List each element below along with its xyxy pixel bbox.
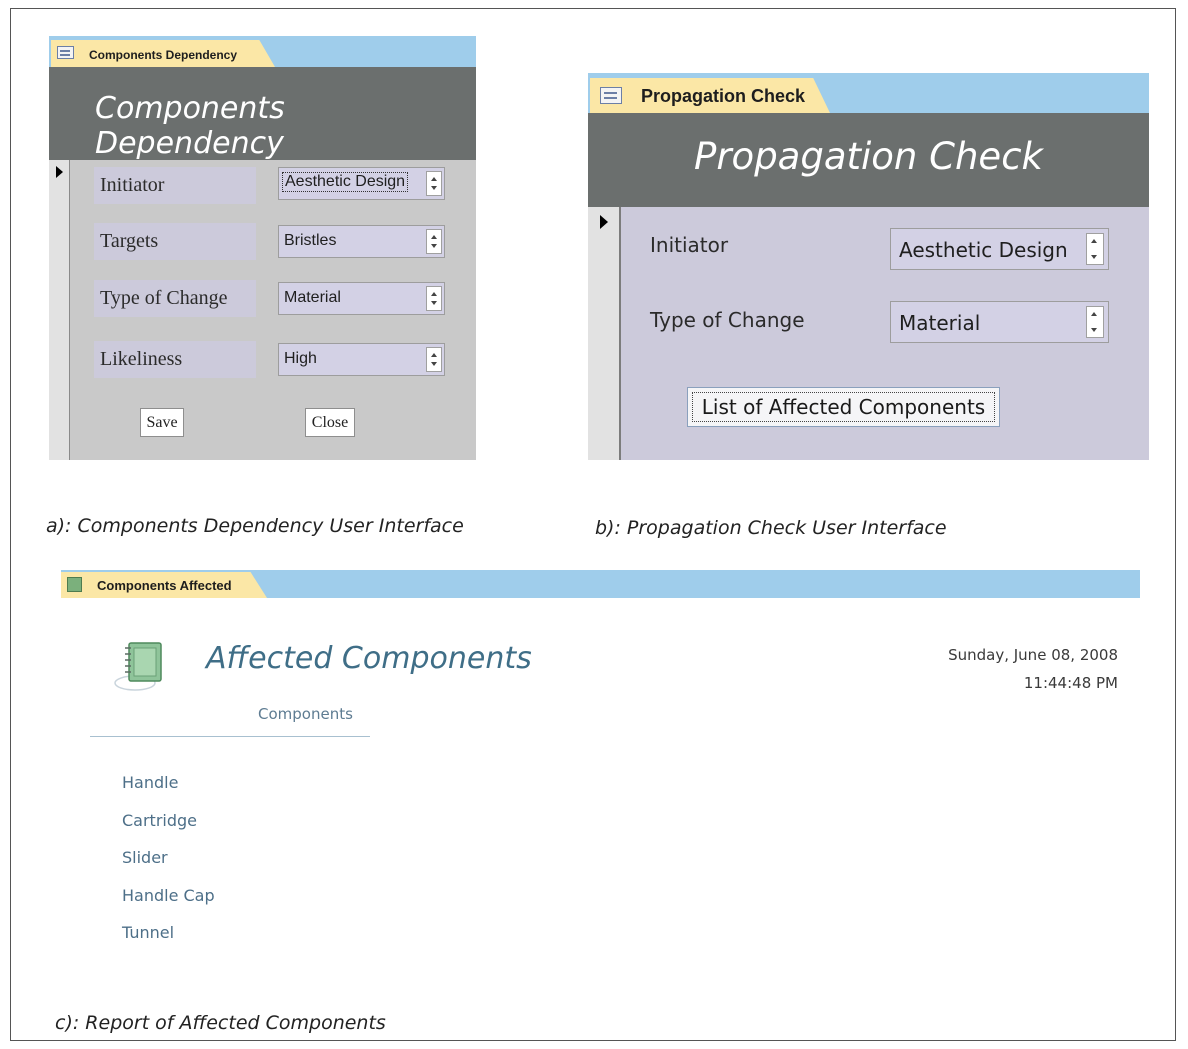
record-selector[interactable] (49, 160, 70, 460)
spinner-icon[interactable] (426, 229, 442, 254)
initiator-select[interactable]: Aesthetic Design (278, 167, 445, 200)
report-datetime: Sunday, June 08, 2008 11:44:48 PM (948, 641, 1118, 697)
current-record-arrow-icon (56, 166, 63, 178)
spinner-icon[interactable] (1086, 306, 1104, 338)
likeliness-select[interactable]: High (278, 343, 445, 376)
column-header: Components (258, 705, 353, 723)
tab-label: Propagation Check (641, 86, 806, 106)
type-of-change-select[interactable]: Material (278, 282, 445, 315)
tab-bar: Propagation Check (588, 73, 1149, 113)
list-button-label: List of Affected Components (692, 392, 995, 422)
report-title: Affected Components (206, 641, 532, 676)
tab-bar: Components Dependency (49, 36, 476, 67)
form-icon (600, 87, 622, 104)
record-selector[interactable] (588, 207, 621, 460)
caption-b: b): Propagation Check User Interface (595, 517, 947, 539)
list-item: Handle Cap (122, 885, 215, 905)
form-header: Propagation Check (588, 113, 1149, 207)
tab-components-affected[interactable]: Components Affected (61, 572, 267, 598)
likeliness-label: Likeliness (94, 341, 256, 378)
tab-components-dependency[interactable]: Components Dependency (51, 40, 275, 67)
likeliness-value: High (284, 350, 317, 367)
form-header: Components Dependency (49, 67, 476, 161)
spinner-icon[interactable] (1086, 233, 1104, 265)
spinner-icon[interactable] (426, 171, 442, 196)
affected-components-list: Handle Cartridge Slider Handle Cap Tunne… (122, 769, 215, 957)
notebook-icon (114, 642, 162, 691)
initiator-value: Aesthetic Design (282, 172, 409, 192)
components-dependency-form: Components Dependency Components Depende… (49, 36, 476, 460)
caption-c: c): Report of Affected Components (55, 1012, 386, 1034)
caption-a: a): Components Dependency User Interface (46, 515, 464, 537)
form-title: Components Dependency (95, 91, 285, 161)
report-date: Sunday, June 08, 2008 (948, 646, 1118, 664)
current-record-arrow-icon (600, 215, 608, 229)
form-icon (57, 46, 74, 59)
report-time: 11:44:48 PM (1023, 674, 1118, 692)
header-divider (90, 736, 370, 737)
type-of-change-value: Material (899, 311, 981, 335)
list-affected-components-button[interactable]: List of Affected Components (687, 387, 1000, 427)
initiator-select[interactable]: Aesthetic Design (890, 228, 1109, 270)
initiator-value: Aesthetic Design (899, 238, 1068, 262)
save-button[interactable]: Save (140, 408, 184, 437)
list-item: Cartridge (122, 810, 198, 830)
targets-label: Targets (94, 223, 256, 260)
form-title: Propagation Check (694, 135, 1043, 178)
report-tab-bar: Components Affected (61, 570, 1140, 598)
type-of-change-label: Type of Change (650, 308, 805, 332)
spinner-icon[interactable] (426, 347, 442, 372)
initiator-label: Initiator (650, 233, 729, 257)
targets-value: Bristles (284, 232, 337, 249)
list-item: Tunnel (122, 923, 175, 942)
type-of-change-select[interactable]: Material (890, 301, 1109, 343)
type-of-change-label: Type of Change (94, 280, 256, 317)
close-button[interactable]: Close (305, 408, 355, 437)
report-icon (67, 577, 82, 592)
tab-label: Components Dependency (89, 48, 238, 62)
tab-propagation-check[interactable]: Propagation Check (590, 78, 830, 113)
type-of-change-value: Material (284, 289, 341, 306)
initiator-label: Initiator (94, 167, 256, 204)
propagation-check-form: Propagation Check Propagation Check Init… (588, 73, 1149, 460)
list-item: Handle (122, 773, 179, 792)
spinner-icon[interactable] (426, 286, 442, 311)
targets-select[interactable]: Bristles (278, 225, 445, 258)
list-item: Slider (122, 848, 168, 867)
tab-label: Components Affected (97, 578, 232, 593)
